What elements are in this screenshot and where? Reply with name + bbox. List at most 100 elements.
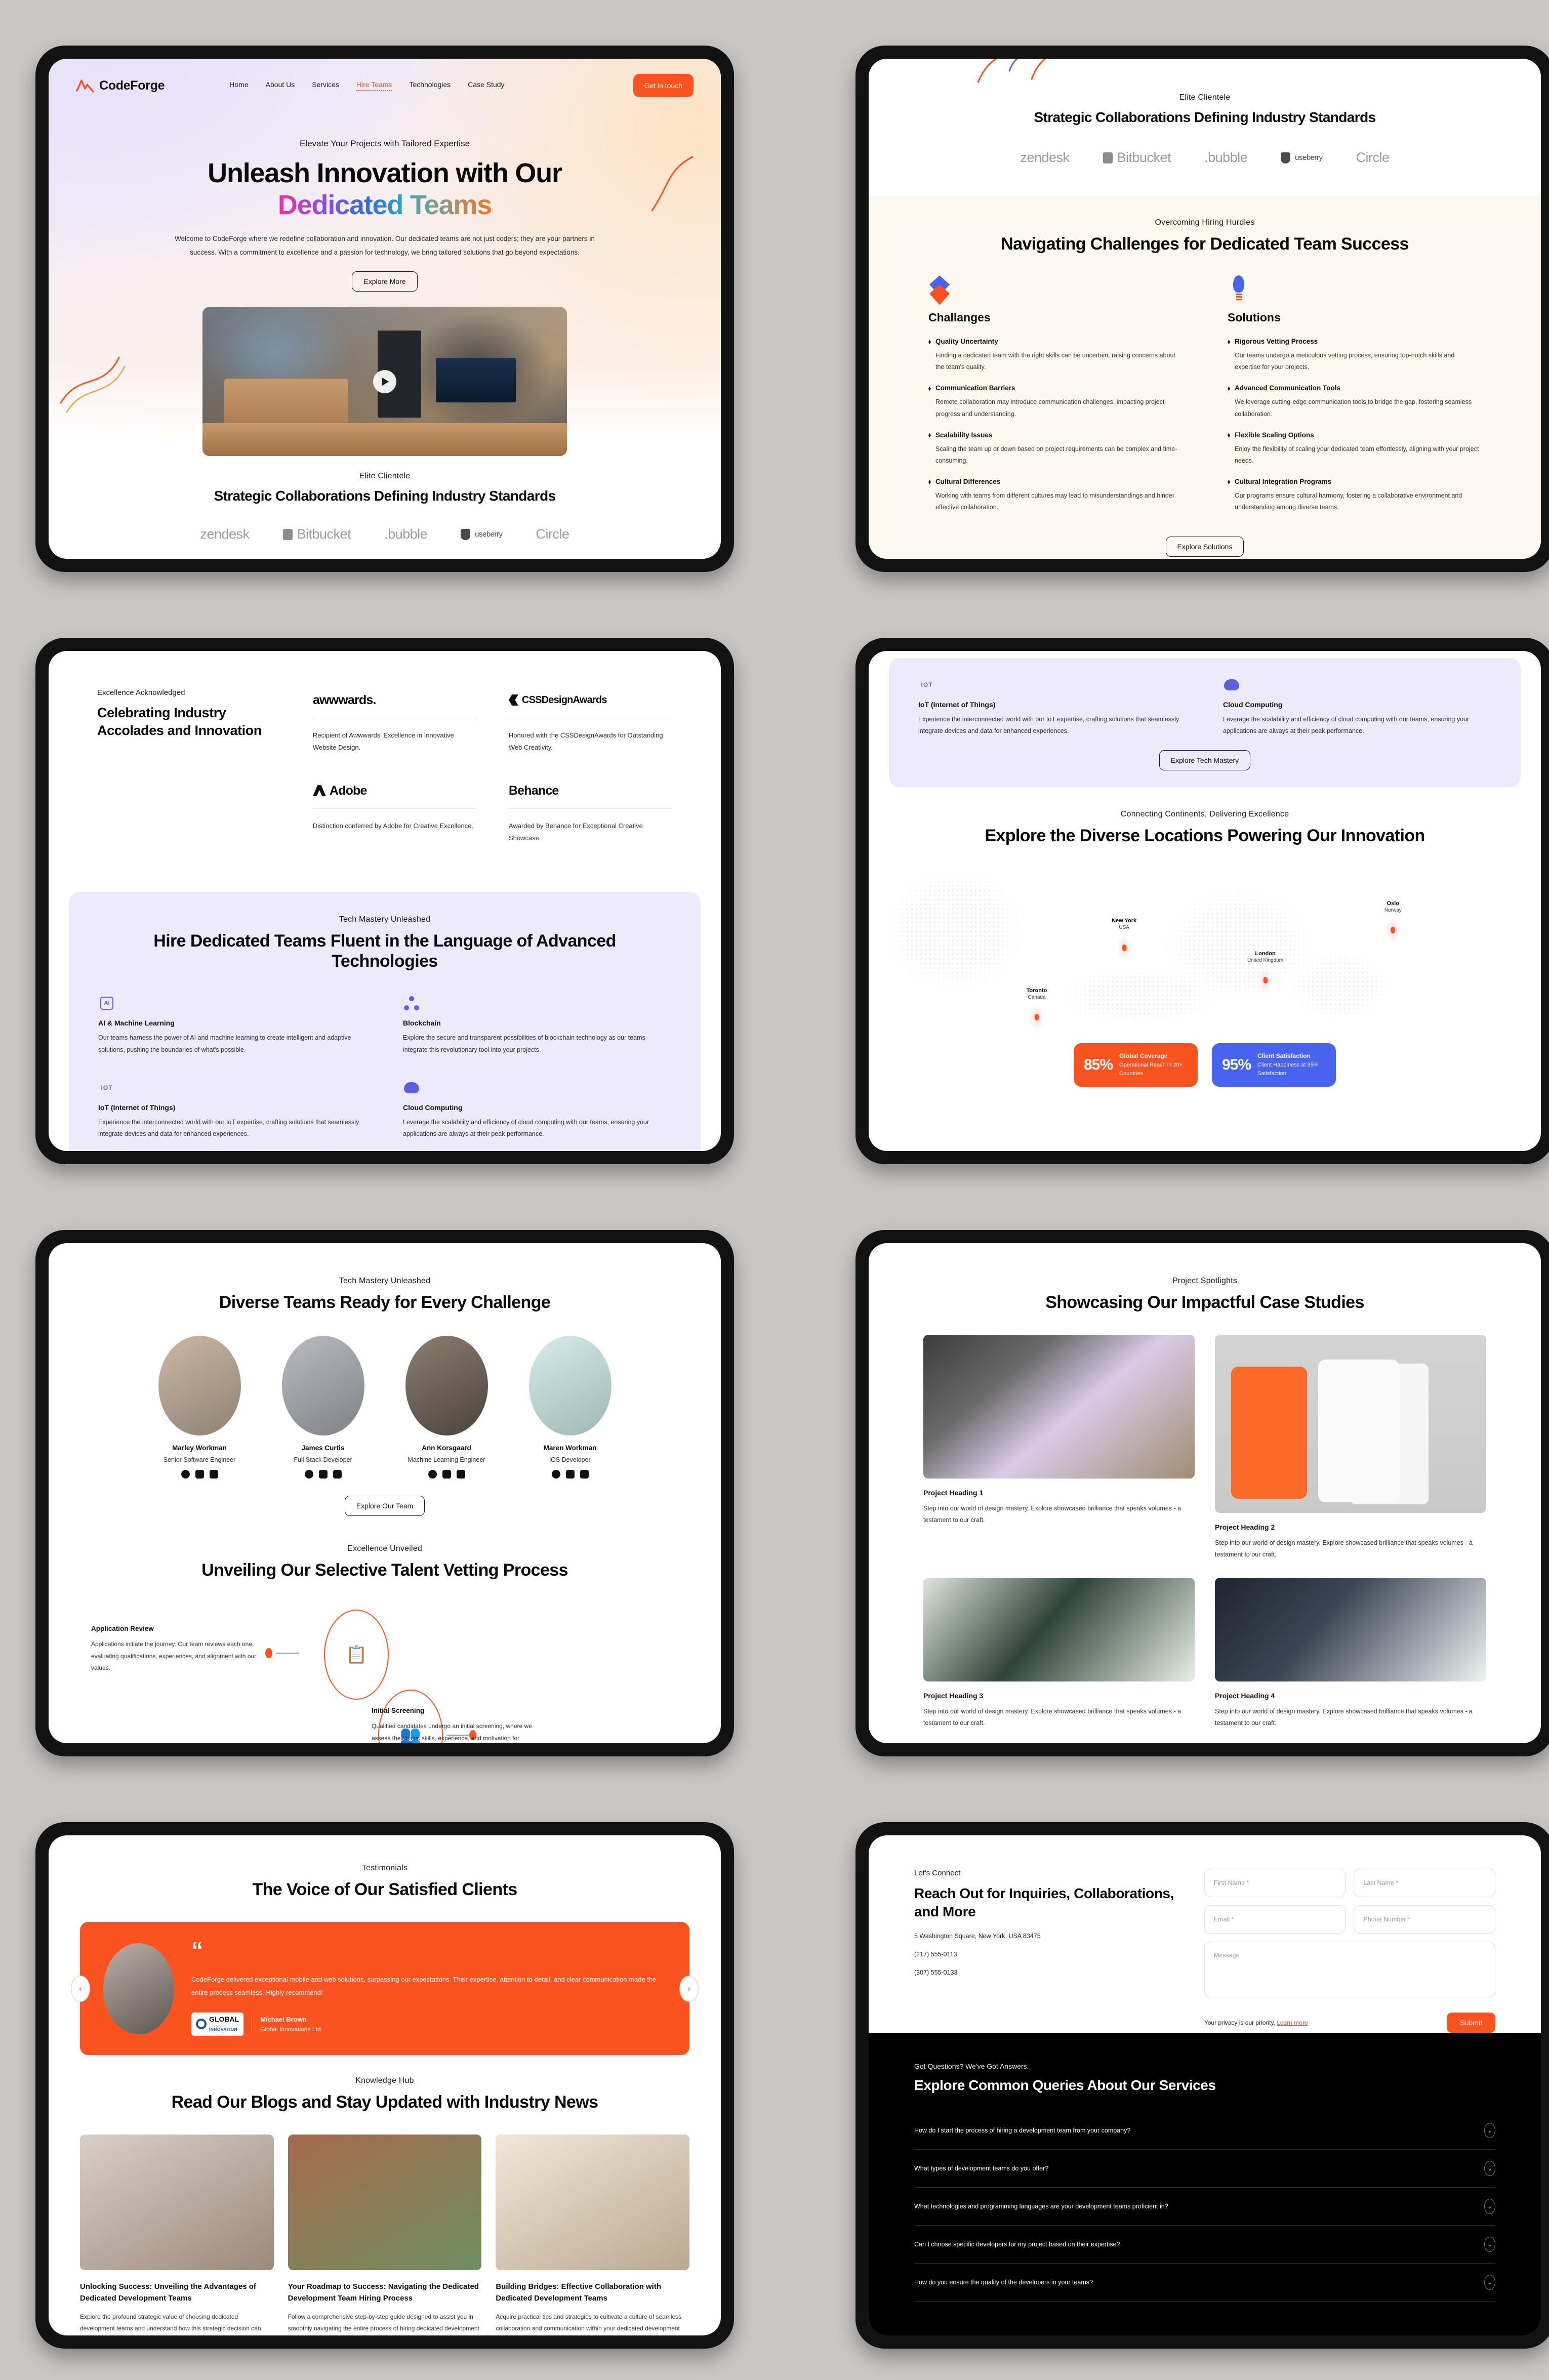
contact-form: First Name * Last Name * Email * Phone N… [1204, 1869, 1495, 2033]
facebook-icon[interactable] [181, 1470, 190, 1479]
nav-item-home[interactable]: Home [229, 80, 248, 91]
client-logo-circle: Circle [536, 526, 570, 542]
blog-card[interactable]: Building Bridges: Effective Collaboratio… [496, 2135, 689, 2335]
awards-column-left: awwwards. Recipient of Awwwards' Excelle… [312, 688, 476, 870]
message-textarea[interactable]: Message [1204, 1942, 1495, 1997]
locations-eyebrow: Connecting Continents, Delivering Excell… [1120, 810, 1289, 819]
tablet-frame-2: Elite Clientele Strategic Collaborations… [855, 46, 1549, 572]
faq-item[interactable]: How do I start the process of hiring a d… [914, 2112, 1495, 2150]
instagram-icon[interactable] [318, 1470, 328, 1479]
linkedin-icon[interactable] [456, 1470, 465, 1479]
nav-item-case-study[interactable]: Case Study [468, 80, 504, 91]
instagram-icon[interactable] [565, 1470, 575, 1479]
screen-challenges: Elite Clientele Strategic Collaborations… [869, 59, 1541, 559]
testimonial-carousel: ‹ › “ CodeForge delivered exceptional mo… [71, 1922, 699, 2055]
project-card-1[interactable]: Project Heading 1 Step into our world of … [923, 1335, 1195, 1561]
facebook-icon[interactable] [428, 1470, 437, 1479]
stat-card-global-coverage: 85% Global Coverage Operational Reach in … [1074, 1043, 1198, 1087]
faq-item[interactable]: What technologies and programming langua… [914, 2188, 1495, 2226]
learn-more-link[interactable]: Learn more [1277, 2019, 1308, 2026]
nav-links: Home About Us Services Hire Teams Techno… [229, 80, 505, 91]
faq-item[interactable]: Can I choose specific developers for my … [914, 2226, 1495, 2264]
solution-item: Advanced Communication Tools We leverage … [1228, 384, 1481, 420]
project-card-2[interactable]: Project Heading 2 Step into our world of … [1215, 1335, 1486, 1561]
linkedin-icon[interactable] [333, 1470, 342, 1479]
client-logo-bubble: .bubble [384, 526, 428, 542]
submit-button[interactable]: Submit [1447, 2013, 1495, 2033]
explore-tech-mastery-button-2[interactable]: Explore Tech Mastery [1159, 750, 1251, 771]
vetting-eyebrow: Excellence Unveiled [347, 1544, 422, 1553]
cloud-icon [403, 1079, 420, 1096]
faq-item[interactable]: How do you ensure the quality of the dev… [914, 2264, 1495, 2302]
screen-testimonials: Testimonials The Voice of Our Satisfied … [49, 1835, 721, 2335]
map-pin-london[interactable]: London United Kingdom [1247, 951, 1283, 996]
carousel-next-button[interactable]: › [679, 1975, 699, 2002]
social-links [275, 1470, 371, 1479]
contact-info: Let's Connect Reach Out for Inquiries, C… [914, 1869, 1179, 2033]
hero-video-thumbnail[interactable] [202, 307, 567, 457]
tech-card-cloud-2: Cloud Computing Leverage the scalability … [1223, 676, 1491, 737]
awards-heading-block: Excellence Acknowledged Celebrating Indu… [97, 688, 280, 870]
tech-card-ai: AI AI & Machine Learning Our teams harnes… [98, 995, 366, 1055]
client-logo-bitbucket-2: Bitbucket [1103, 150, 1171, 166]
chevron-down-icon[interactable]: ⌄ [1484, 2161, 1495, 2176]
last-name-input[interactable]: Last Name * [1354, 1869, 1495, 1897]
award-card-adobe: Adobe Distinction conferred by Adobe for… [312, 779, 476, 832]
brand-logo[interactable]: CodeForge [76, 78, 165, 93]
client-logo-bitbucket: Bitbucket [282, 526, 351, 542]
instagram-icon[interactable] [442, 1470, 451, 1479]
chevron-down-icon[interactable]: ⌄ [1484, 2199, 1495, 2214]
social-links [522, 1470, 618, 1479]
challenges-section: Overcoming Hiring Hurdles Navigating Cha… [869, 196, 1541, 559]
tablet-frame-5: Tech Mastery Unleashed Diverse Teams Rea… [35, 1230, 734, 1756]
map-pin-new-york[interactable]: New York USA [1112, 918, 1136, 963]
case-studies-eyebrow: Project Spotlights [1172, 1277, 1238, 1285]
nav-item-about-us[interactable]: About Us [266, 80, 295, 91]
linkedin-icon[interactable] [580, 1470, 589, 1479]
chevron-down-icon[interactable]: ⌄ [1484, 2275, 1495, 2290]
map-pin-oslo[interactable]: Oslo Norway [1384, 900, 1402, 946]
carousel-prev-button[interactable]: ‹ [71, 1975, 90, 2002]
stat-card-client-satisfaction: 95% Client Satisfaction Client Happiness … [1212, 1043, 1336, 1087]
team-member-card: Ann Korsgaard Machine Learning Engineer [398, 1336, 495, 1479]
chevron-down-icon[interactable]: ⌄ [1484, 2237, 1495, 2252]
blogs-eyebrow: Knowledge Hub [355, 2076, 414, 2085]
explore-our-team-button[interactable]: Explore Our Team [344, 1496, 425, 1516]
email-input[interactable]: Email * [1204, 1905, 1346, 1934]
explore-more-button[interactable]: Explore More [352, 271, 418, 292]
nav-item-technologies[interactable]: Technologies [409, 80, 451, 91]
client-logo-useberry: useberry [461, 528, 503, 540]
phone-input[interactable]: Phone Number * [1354, 1905, 1495, 1934]
facebook-icon[interactable] [551, 1470, 560, 1479]
project-card-3[interactable]: Project Heading 3 Step into our world of … [923, 1578, 1195, 1729]
testimonial-avatar [103, 1943, 174, 2034]
first-name-input[interactable]: First Name * [1204, 1869, 1346, 1897]
nav-item-services[interactable]: Services [312, 80, 339, 91]
balloon-icon [1228, 275, 1250, 301]
team-member-card: Marley Workman Senior Software Engineer [151, 1336, 248, 1479]
stats-row: 85% Global Coverage Operational Reach in … [1074, 1043, 1336, 1087]
tech-mastery-panel-tail: IOT IoT (Internet of Things) Experience t… [889, 658, 1521, 788]
iot-signal-icon: IOT [101, 1084, 113, 1091]
nav-item-hire-teams[interactable]: Hire Teams [356, 80, 392, 91]
project-card-4[interactable]: Project Heading 4 Step into our world of … [1215, 1578, 1486, 1729]
play-icon[interactable] [373, 370, 396, 393]
client-logo-circle-2: Circle [1356, 150, 1390, 166]
instagram-icon[interactable] [195, 1470, 204, 1479]
locations-section: Connecting Continents, Delivering Excell… [869, 810, 1541, 1087]
chevron-down-icon[interactable]: ⌄ [1484, 2123, 1495, 2138]
brand-name: CodeForge [99, 78, 165, 93]
explore-solutions-button[interactable]: Explore Solutions [1165, 537, 1244, 557]
linkedin-icon[interactable] [209, 1470, 218, 1479]
testimonials-title: The Voice of Our Satisfied Clients [252, 1880, 517, 1899]
blog-image [288, 2135, 482, 2271]
facebook-icon[interactable] [304, 1470, 313, 1479]
blog-cards-grid: Unlocking Success: Unveiling the Advanta… [49, 2135, 721, 2335]
faq-item[interactable]: What types of development teams do you o… [914, 2150, 1495, 2188]
screen-awards: Excellence Acknowledged Celebrating Indu… [49, 651, 721, 1151]
blog-card[interactable]: Your Roadmap to Success: Navigating the … [288, 2135, 482, 2335]
blog-card[interactable]: Unlocking Success: Unveiling the Advanta… [80, 2135, 274, 2335]
behance-logo: Behance [508, 783, 559, 798]
map-pin-toronto[interactable]: Toronto Canada [1027, 988, 1047, 1033]
get-in-touch-button[interactable]: Get in touch [633, 74, 694, 97]
